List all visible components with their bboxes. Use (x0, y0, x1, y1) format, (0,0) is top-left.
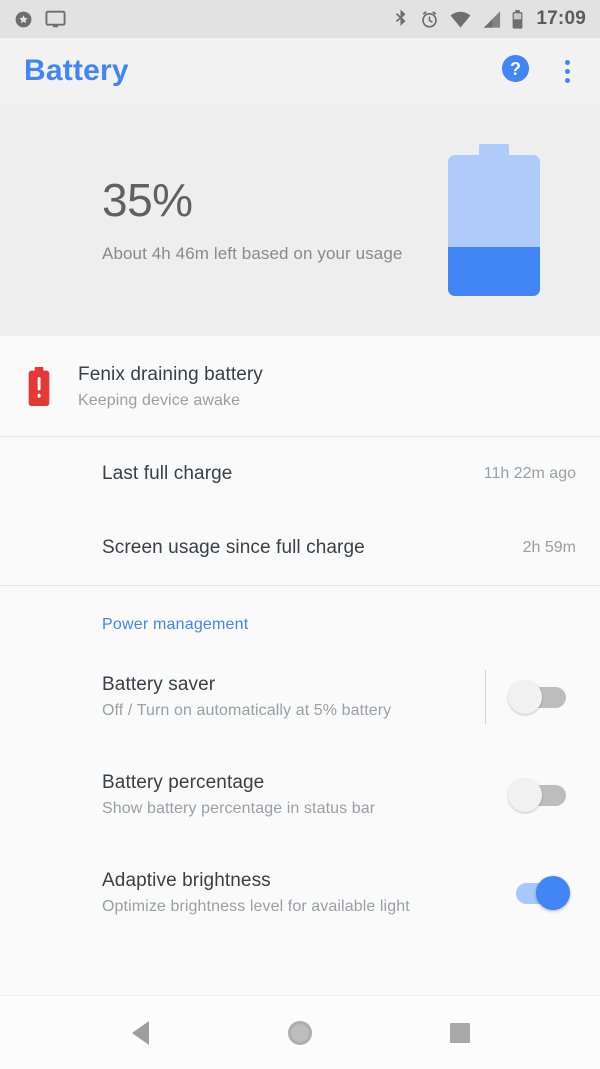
help-icon[interactable]: ? (500, 53, 531, 89)
adaptive-brightness-subtitle: Optimize brightness level for available … (102, 898, 410, 915)
menu-dot (565, 59, 570, 65)
screen-usage-value: 2h 59m (522, 539, 576, 556)
last-full-charge-row[interactable]: Last full charge 11h 22m ago (0, 437, 600, 511)
battery-graphic-fill (448, 246, 540, 296)
page-title: Battery (24, 54, 129, 87)
wifi-icon (450, 11, 471, 28)
action-bar-buttons: ? (500, 53, 578, 89)
power-management-header: Power management (102, 616, 249, 633)
battery-alert-texts: Fenix draining battery Keeping device aw… (78, 364, 576, 410)
battery-saver-title: Battery saver (102, 674, 216, 695)
settings-list: Fenix draining battery Keeping device aw… (0, 336, 600, 995)
svg-text:?: ? (510, 59, 521, 79)
home-icon[interactable] (270, 1003, 330, 1063)
adaptive-brightness-texts: Adaptive brightness Optimize brightness … (102, 870, 475, 916)
status-bar-right-icons: 17:09 (394, 8, 586, 30)
menu-dot (565, 68, 570, 74)
adaptive-brightness-row[interactable]: Adaptive brightness Optimize brightness … (0, 844, 600, 942)
adaptive-brightness-toggle[interactable] (508, 876, 570, 910)
action-bar: Battery ? (0, 38, 600, 104)
last-full-charge-label: Last full charge (102, 463, 233, 484)
battery-saver-toggle[interactable] (508, 680, 570, 714)
battery-level-graphic (448, 144, 540, 296)
toggle-thumb (508, 680, 542, 714)
battery-summary-panel: 35% About 4h 46m left based on your usag… (0, 104, 600, 336)
battery-summary-text: 35% About 4h 46m left based on your usag… (0, 176, 448, 263)
screen-usage-label: Screen usage since full charge (102, 537, 365, 558)
battery-percentage-toggle[interactable] (508, 778, 570, 812)
menu-dot (565, 77, 570, 83)
battery-alert-title: Fenix draining battery (78, 364, 263, 385)
battery-percentage-row[interactable]: Battery percentage Show battery percenta… (0, 746, 600, 844)
battery-graphic-body (448, 155, 540, 296)
battery-saver-row[interactable]: Battery saver Off / Turn on automaticall… (0, 648, 600, 746)
alarm-icon (420, 10, 439, 29)
recents-icon[interactable] (430, 1003, 490, 1063)
last-full-charge-value: 11h 22m ago (483, 465, 576, 482)
switch-separator (485, 670, 486, 724)
more-vert-icon[interactable] (557, 54, 578, 89)
status-bar-clock: 17:09 (536, 8, 586, 29)
battery-percentage-subtitle: Show battery percentage in status bar (102, 800, 376, 817)
bluetooth-icon (394, 9, 409, 29)
status-bar: 17:09 (0, 0, 600, 38)
battery-percentage-texts: Battery percentage Show battery percenta… (102, 772, 475, 818)
status-bar-left-icons (14, 10, 66, 29)
battery-alert-row[interactable]: Fenix draining battery Keeping device aw… (0, 336, 600, 436)
adaptive-brightness-title: Adaptive brightness (102, 870, 271, 891)
system-navigation-bar (0, 995, 600, 1069)
toggle-thumb (536, 876, 570, 910)
toggle-thumb (508, 778, 542, 812)
battery-time-estimate: About 4h 46m left based on your usage (102, 243, 403, 263)
cast-screen-icon (45, 10, 66, 29)
screen-usage-row[interactable]: Screen usage since full charge 2h 59m (0, 511, 600, 585)
battery-percentage-title: Battery percentage (102, 772, 265, 793)
battery-settings-screen: 17:09 Battery ? 35% About 4h 46m left ba… (0, 0, 600, 1069)
battery-percentage-value: 35% (102, 174, 193, 227)
back-icon[interactable] (110, 1003, 170, 1063)
battery-saver-texts: Battery saver Off / Turn on automaticall… (102, 674, 475, 720)
cellular-signal-icon (482, 10, 501, 28)
battery-alert-subtitle: Keeping device awake (78, 392, 241, 409)
battery-icon (512, 9, 523, 29)
dnd-star-icon (14, 10, 33, 29)
next-row-partial (0, 942, 600, 968)
battery-alert-icon (0, 367, 78, 407)
battery-saver-subtitle: Off / Turn on automatically at 5% batter… (102, 702, 392, 719)
